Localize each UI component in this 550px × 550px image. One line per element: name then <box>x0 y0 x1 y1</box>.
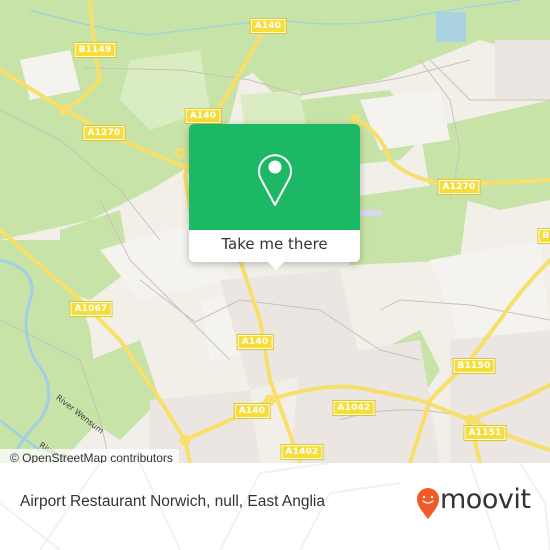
road-label-b1149: B1149 <box>73 42 117 58</box>
road-label-a140: A140 <box>249 18 287 34</box>
attribution-text[interactable]: © OpenStreetMap contributors <box>10 451 173 463</box>
map-view[interactable]: B1149 A140 A140 A1270 A1270 A1067 A140 A… <box>0 0 550 463</box>
road-label-a140: A140 <box>233 403 271 419</box>
road-label-a1042: A1042 <box>332 400 376 416</box>
road-label-b1150: B1150 <box>452 358 496 374</box>
road-label-b-edge: B <box>537 228 550 244</box>
moovit-pin-icon <box>417 488 439 519</box>
map-pin-icon <box>258 154 292 206</box>
take-me-there-button[interactable]: Take me there <box>189 230 360 262</box>
road-label-a1402: A1402 <box>280 444 324 460</box>
location-popup[interactable]: Take me there <box>189 124 360 270</box>
footer: Airport Restaurant Norwich, null, East A… <box>0 463 550 550</box>
road-label-a140: A140 <box>236 334 274 350</box>
road-label-a1270: A1270 <box>437 179 481 195</box>
popup-pointer <box>268 262 284 270</box>
road-label-a1270: A1270 <box>82 125 126 141</box>
road-label-a1151: A1151 <box>463 425 507 441</box>
road-label-a140: A140 <box>184 108 222 124</box>
moovit-wordmark: moovit <box>440 484 531 515</box>
place-name: Airport Restaurant Norwich, null, East A… <box>20 493 325 510</box>
map-attribution[interactable]: © OpenStreetMap contributors <box>0 449 179 463</box>
popup-header <box>189 124 360 230</box>
road-label-a1067: A1067 <box>69 301 113 317</box>
